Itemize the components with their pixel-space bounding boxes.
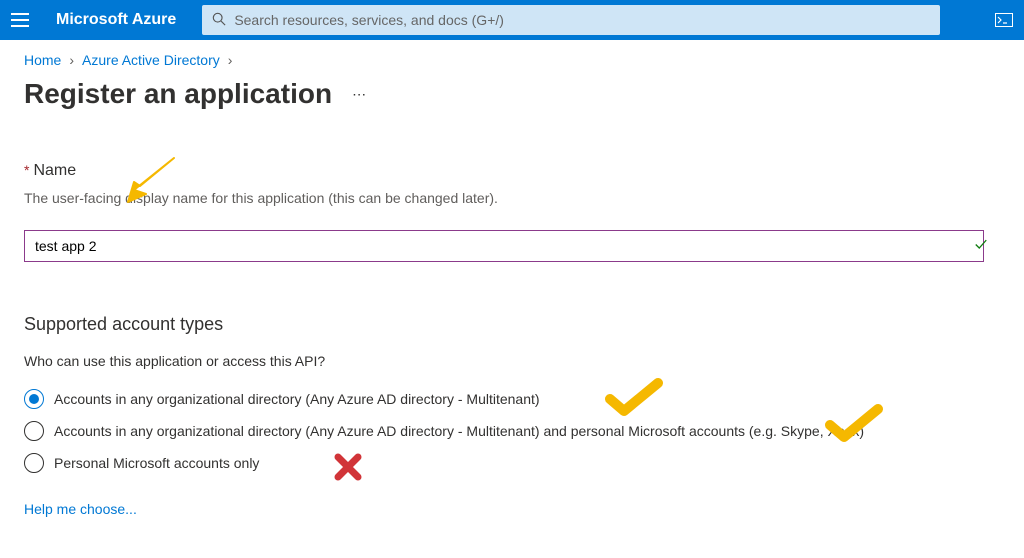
radio-icon: [24, 421, 44, 441]
radio-icon: [24, 389, 44, 409]
search-box[interactable]: [202, 5, 940, 35]
name-input-wrap: [24, 230, 1000, 262]
radio-option-multitenant[interactable]: Accounts in any organizational directory…: [24, 383, 1000, 415]
page-content: Home › Azure Active Directory › Register…: [0, 40, 1024, 529]
hamburger-menu-icon[interactable]: [0, 0, 40, 40]
name-input[interactable]: [24, 230, 984, 262]
name-description: The user-facing display name for this ap…: [24, 190, 1000, 206]
radio-label: Accounts in any organizational directory…: [54, 391, 540, 407]
breadcrumb: Home › Azure Active Directory ›: [24, 52, 1000, 68]
account-types-radio-group: Accounts in any organizational directory…: [24, 383, 1000, 479]
name-section: *Name The user-facing display name for t…: [24, 162, 1000, 262]
account-types-title: Supported account types: [24, 314, 1000, 335]
breadcrumb-aad[interactable]: Azure Active Directory: [82, 52, 220, 68]
azure-logo-text[interactable]: Microsoft Azure: [40, 11, 196, 29]
account-types-section: Supported account types Who can use this…: [24, 314, 1000, 517]
chevron-right-icon: ›: [228, 52, 233, 68]
help-me-choose-link[interactable]: Help me choose...: [24, 501, 137, 517]
radio-label: Personal Microsoft accounts only: [54, 455, 259, 471]
radio-label: Accounts in any organizational directory…: [54, 423, 864, 439]
radio-option-multitenant-personal[interactable]: Accounts in any organizational directory…: [24, 415, 1000, 447]
account-types-subtitle: Who can use this application or access t…: [24, 353, 1000, 369]
page-title: Register an application: [24, 78, 332, 110]
search-input[interactable]: [234, 12, 930, 28]
radio-icon: [24, 453, 44, 473]
search-container: [196, 5, 946, 35]
topbar: Microsoft Azure: [0, 0, 1024, 40]
search-icon: [212, 12, 226, 29]
name-label-row: *Name: [24, 162, 1000, 180]
page-title-row: Register an application ⋯: [24, 78, 1000, 110]
cloud-shell-icon[interactable]: [984, 0, 1024, 40]
name-label: Name: [33, 162, 76, 179]
breadcrumb-home[interactable]: Home: [24, 52, 61, 68]
valid-check-icon: [974, 238, 988, 255]
required-indicator: *: [24, 162, 29, 178]
radio-option-personal-only[interactable]: Personal Microsoft accounts only: [24, 447, 1000, 479]
more-actions-icon[interactable]: ⋯: [352, 86, 366, 103]
chevron-right-icon: ›: [69, 52, 74, 68]
